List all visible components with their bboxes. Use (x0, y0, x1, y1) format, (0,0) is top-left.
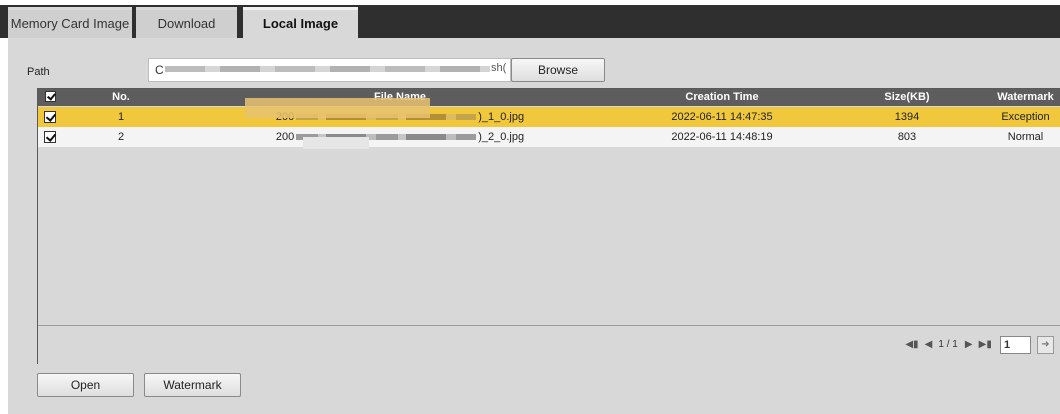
file-name-prefix: 200 (275, 131, 295, 143)
row-no: 1 (117, 111, 125, 123)
path-value-prefix: C (155, 63, 164, 77)
row-checkbox[interactable] (38, 127, 62, 147)
browse-button[interactable]: Browse (511, 58, 605, 82)
col-header-no: No. (112, 91, 130, 103)
row-size: 1394 (894, 111, 920, 123)
table-header: No. File Name Creation Time Size(KB) Wat… (38, 89, 1060, 106)
table-row[interactable]: 1 200)_1_0.jpg 2022-06-11 14:47:35 1394 … (38, 107, 1060, 127)
page-indicator: 1 / 1 (938, 339, 958, 350)
next-page-icon[interactable]: ▶ (965, 336, 973, 354)
row-creation-time: 2022-06-11 14:48:19 (671, 131, 773, 143)
col-header-watermark: Watermark (997, 91, 1054, 103)
row-size: 803 (897, 131, 917, 143)
checkbox-icon (44, 131, 56, 143)
checkbox-icon (44, 91, 56, 102)
file-table: No. File Name Creation Time Size(KB) Wat… (37, 88, 1060, 364)
tab-local-image[interactable]: Local Image (243, 7, 358, 38)
col-header-size: Size(KB) (884, 91, 930, 103)
path-value-suffix: sh( (491, 62, 507, 74)
row-file-name: 200 )_2_0.jpg (180, 127, 620, 147)
table-row[interactable]: 2 200 )_2_0.jpg 2022-06-11 14:48:19 803 N… (38, 127, 1060, 147)
select-all-checkbox[interactable] (38, 89, 62, 106)
go-arrow-icon[interactable]: ➜ (1037, 336, 1054, 354)
row-checkbox[interactable] (38, 107, 62, 127)
first-page-icon[interactable]: ◀▮ (905, 336, 918, 354)
tab-download[interactable]: Download (136, 7, 237, 38)
row-watermark: Normal (1007, 131, 1044, 143)
prev-page-icon[interactable]: ◀ (925, 336, 933, 354)
blur-overlay (245, 98, 430, 118)
row-no: 2 (117, 131, 125, 143)
file-name-suffix: )_2_0.jpg (478, 131, 525, 143)
col-header-creation-time: Creation Time (685, 91, 759, 103)
tab-memory-card-image[interactable]: Memory Card Image (8, 7, 132, 38)
path-redaction (165, 66, 490, 72)
last-page-icon[interactable]: ▶▮ (979, 336, 992, 354)
row-watermark: Exception (1001, 111, 1050, 123)
blur-overlay (303, 137, 369, 149)
page-number-input[interactable]: 1 (999, 336, 1031, 354)
file-name-suffix: )_1_0.jpg (478, 111, 525, 123)
watermark-button[interactable]: Watermark (144, 373, 241, 397)
pager: ◀▮ ◀ 1 / 1 ▶ ▶▮ 1 ➜ (905, 336, 1054, 354)
row-creation-time: 2022-06-11 14:47:35 (671, 111, 773, 123)
table-footer: ◀▮ ◀ 1 / 1 ▶ ▶▮ 1 ➜ (38, 325, 1060, 364)
path-label: Path (27, 66, 50, 78)
checkbox-icon (44, 111, 56, 123)
open-button[interactable]: Open (37, 373, 134, 397)
